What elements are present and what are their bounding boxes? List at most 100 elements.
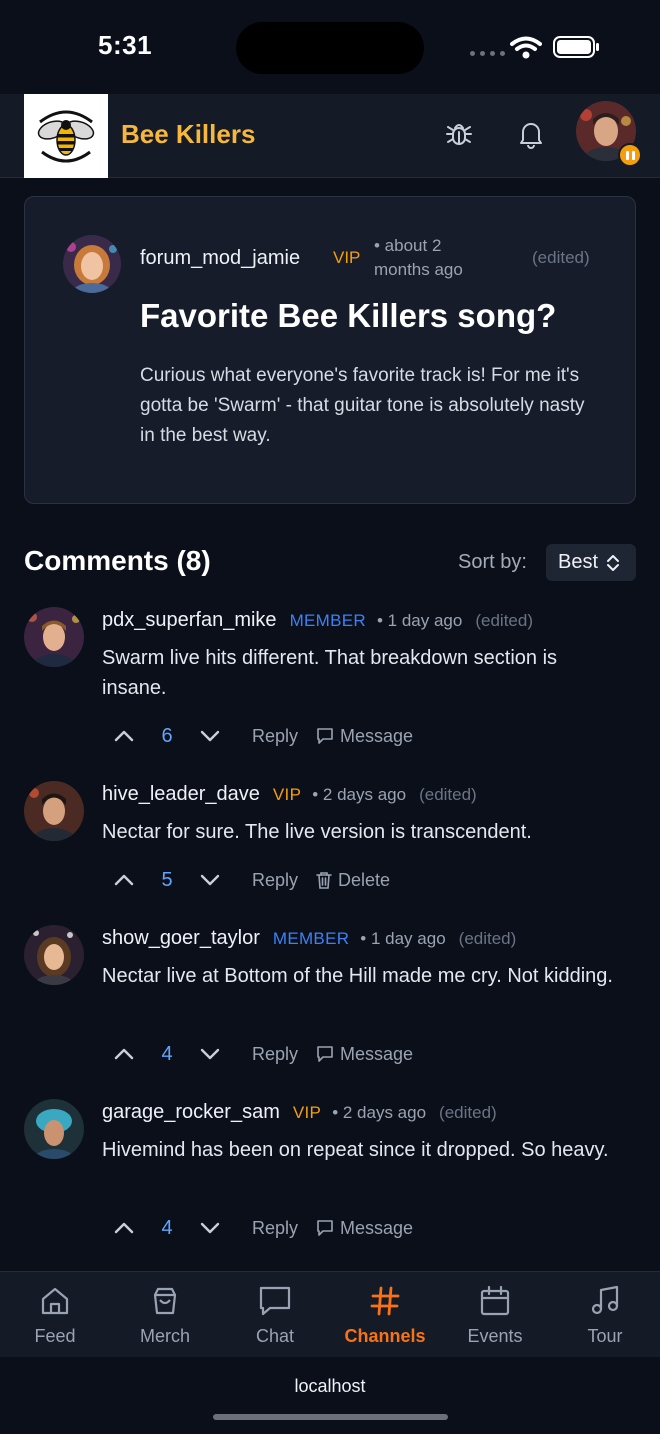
browser-url-bar[interactable]: localhost	[0, 1357, 660, 1434]
post-card: forum_mod_jamie VIP • about 2 months ago…	[24, 196, 636, 504]
tab-merch[interactable]: Merch	[110, 1272, 220, 1358]
post-author-badge: VIP	[333, 248, 361, 267]
reply-button[interactable]: Reply	[252, 870, 298, 891]
message-button[interactable]: Message	[316, 1218, 413, 1239]
bottom-tab-bar: Feed Merch Chat Channels Events Tour	[0, 1271, 660, 1357]
reply-label: Reply	[252, 1043, 299, 1064]
chevron-up-icon	[114, 874, 134, 886]
comment-author-name[interactable]: garage_rocker_sam	[102, 1101, 280, 1124]
post-author-avatar[interactable]	[63, 235, 121, 293]
cellular-signal-icon	[470, 51, 505, 56]
chevron-down-icon	[200, 730, 220, 742]
vote-score: 5	[161, 868, 173, 891]
wifi-icon	[510, 36, 542, 59]
comment-author-badge: VIP	[292, 1103, 322, 1122]
chat-icon	[257, 1283, 293, 1319]
upvote-button[interactable]	[110, 1214, 138, 1242]
vote-score: 4	[161, 1042, 173, 1065]
band-logo[interactable]	[24, 94, 108, 178]
message-icon	[317, 728, 333, 744]
comment-meta: garage_rocker_sam VIP • 2 days ago (edit…	[102, 1101, 497, 1124]
reply-button[interactable]: Reply	[252, 1044, 298, 1065]
shopping-bag-icon	[147, 1283, 183, 1319]
upvote-button[interactable]	[110, 722, 138, 750]
home-indicator[interactable]	[213, 1414, 448, 1420]
vote-score: 6	[161, 724, 173, 747]
reply-button[interactable]: Reply	[252, 726, 298, 747]
downvote-button[interactable]	[196, 1040, 224, 1068]
tab-tour[interactable]: Tour	[550, 1272, 660, 1358]
comment-edited-label: (edited)	[439, 1103, 497, 1122]
home-icon	[37, 1283, 73, 1319]
tab-events[interactable]: Events	[440, 1272, 550, 1358]
brand-title[interactable]: Bee Killers	[121, 119, 255, 150]
comment-author-avatar[interactable]	[24, 1099, 84, 1159]
tab-chat[interactable]: Chat	[220, 1272, 330, 1358]
post-author-name[interactable]: forum_mod_jamie	[140, 247, 300, 270]
music-note-icon	[587, 1283, 623, 1319]
tab-channels[interactable]: Channels	[330, 1272, 440, 1358]
comment-edited-label: (edited)	[458, 929, 517, 948]
post-edited-label: (edited)	[532, 248, 590, 267]
delete-label: Delete	[338, 869, 391, 890]
comment-author-badge: MEMBER	[289, 611, 366, 630]
chevron-up-icon	[114, 1222, 134, 1234]
delete-button[interactable]: Delete	[316, 870, 390, 891]
sort-label: Sort by:	[458, 551, 527, 573]
comment-author-name[interactable]: show_goer_taylor	[102, 927, 260, 950]
sort-value: Best	[558, 551, 599, 573]
chevron-up-icon	[114, 730, 134, 742]
comment-author-avatar[interactable]	[24, 607, 84, 667]
tab-label: Channels	[344, 1326, 426, 1346]
comments-heading: Comments (8)	[24, 545, 211, 576]
post-title: Favorite Bee Killers song?	[140, 297, 557, 334]
chevron-down-icon	[200, 1222, 220, 1234]
tab-feed[interactable]: Feed	[0, 1272, 110, 1358]
comment-edited-label: (edited)	[419, 785, 477, 804]
chevron-down-icon	[200, 874, 220, 886]
reply-label: Reply	[252, 725, 299, 746]
comment-author-badge: VIP	[272, 785, 302, 804]
comment-timestamp: • 2 days ago	[312, 785, 407, 804]
comment-actions: 4 Reply Message	[110, 1213, 413, 1243]
url-text: localhost	[294, 1376, 366, 1396]
comment-author-avatar[interactable]	[24, 925, 84, 985]
comment-meta: pdx_superfan_mike MEMBER • 1 day ago (ed…	[102, 609, 533, 632]
battery-icon	[553, 36, 599, 58]
post-timestamp: • about 2 months ago	[374, 236, 463, 279]
message-label: Message	[340, 725, 414, 746]
bug-report-icon[interactable]	[441, 116, 477, 152]
comment-timestamp: • 2 days ago	[332, 1103, 427, 1122]
reply-button[interactable]: Reply	[252, 1218, 298, 1239]
vote-score: 4	[161, 1216, 173, 1239]
comment-text: Swarm live hits different. That breakdow…	[102, 647, 558, 699]
comment-author-name[interactable]: hive_leader_dave	[102, 783, 260, 806]
downvote-button[interactable]	[196, 866, 224, 894]
comment-edited-label: (edited)	[475, 611, 533, 630]
comment-author-name[interactable]: pdx_superfan_mike	[102, 609, 277, 632]
hash-icon	[367, 1283, 403, 1319]
comment-actions: 4 Reply Message	[110, 1039, 413, 1069]
notifications-bell-icon[interactable]	[513, 116, 549, 152]
downvote-button[interactable]	[196, 1214, 224, 1242]
tab-label: Chat	[255, 1326, 295, 1346]
message-button[interactable]: Message	[316, 1044, 413, 1065]
sort-select[interactable]: Best	[546, 544, 636, 581]
comment-author-avatar[interactable]	[24, 781, 84, 841]
tab-label: Merch	[139, 1326, 190, 1346]
calendar-icon	[477, 1283, 513, 1319]
comment-actions: 6 Reply Message	[110, 721, 413, 751]
reply-label: Reply	[252, 869, 299, 890]
message-icon	[317, 1220, 333, 1236]
dynamic-island	[236, 22, 424, 74]
status-bar: 5:31	[0, 0, 660, 94]
comment-timestamp: • 1 day ago	[376, 611, 463, 630]
downvote-button[interactable]	[196, 722, 224, 750]
chevron-up-down-icon	[607, 554, 620, 571]
upvote-button[interactable]	[110, 866, 138, 894]
chevron-up-icon	[114, 1048, 134, 1060]
message-button[interactable]: Message	[316, 726, 413, 747]
comment-author-badge: MEMBER	[272, 929, 350, 948]
chevron-down-icon	[200, 1048, 220, 1060]
upvote-button[interactable]	[110, 1040, 138, 1068]
